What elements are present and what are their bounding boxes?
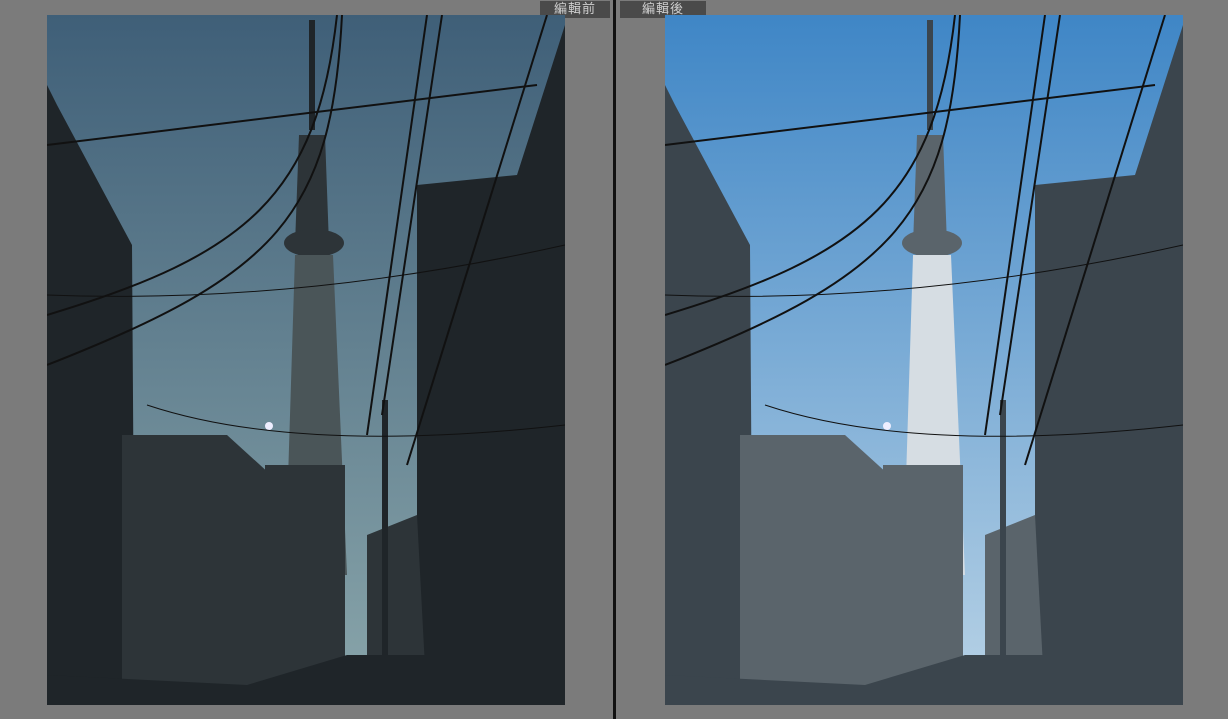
before-photo: [47, 15, 565, 705]
after-photo: [665, 15, 1183, 705]
compare-divider[interactable]: [613, 0, 616, 719]
